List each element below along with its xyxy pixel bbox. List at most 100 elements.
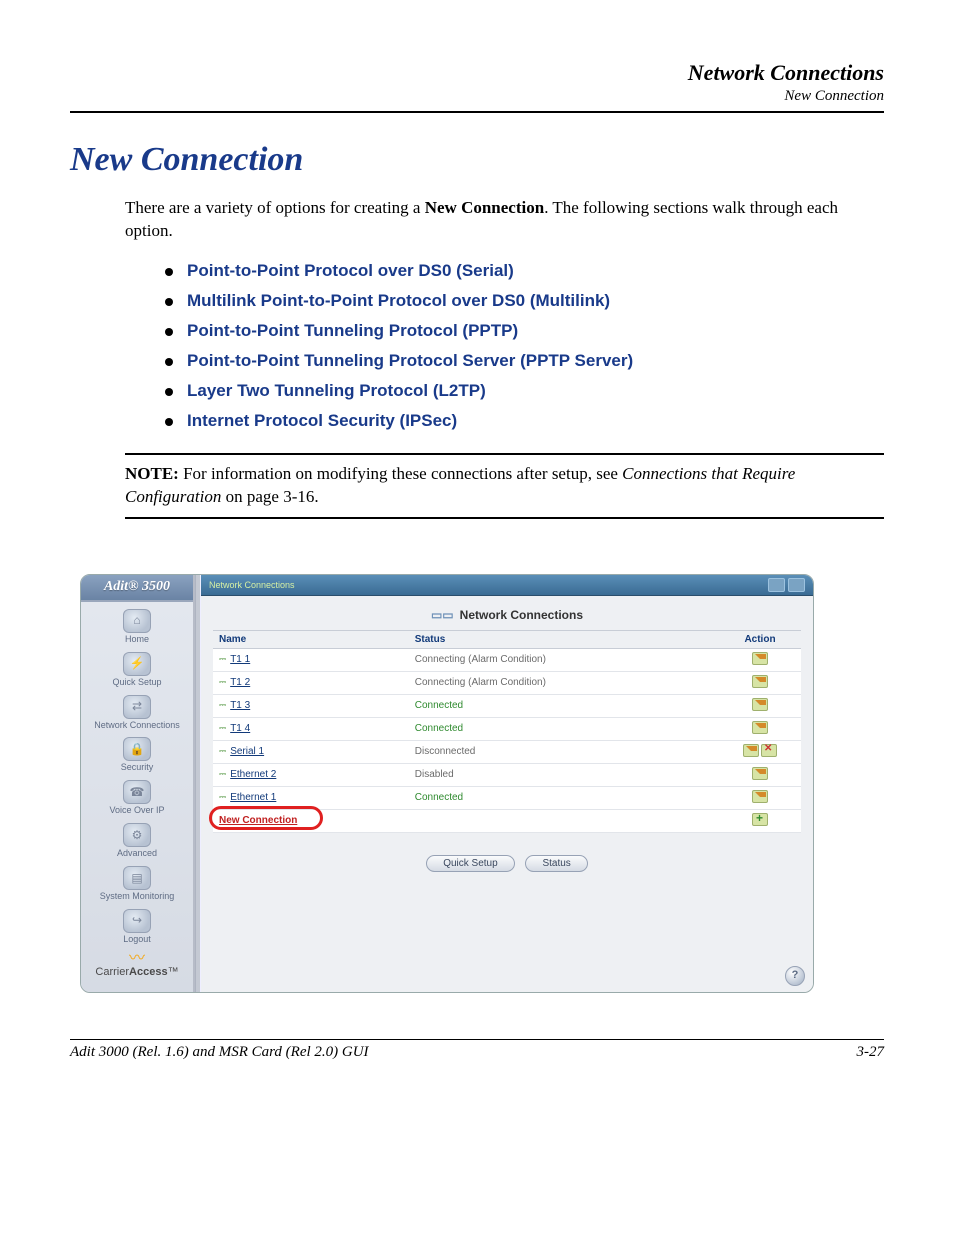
conn-status: Connecting (Alarm Condition) bbox=[409, 671, 719, 694]
plug-icon: ⎓ bbox=[219, 700, 226, 710]
option-link[interactable]: Multilink Point-to-Point Protocol over D… bbox=[165, 291, 884, 311]
sidebar-item-label: Logout bbox=[94, 935, 180, 945]
sidebar-icon: ⚡ bbox=[123, 652, 151, 676]
new-connection-link[interactable]: New Connection bbox=[219, 815, 297, 826]
sidebar-item-label: Network Connections bbox=[94, 721, 180, 731]
conn-actions bbox=[719, 717, 801, 740]
connection-link[interactable]: Ethernet 2 bbox=[230, 769, 276, 780]
sidebar-item[interactable]: 🔒 Security bbox=[94, 737, 180, 773]
conn-actions bbox=[719, 786, 801, 809]
running-header-title: Network Connections bbox=[70, 60, 884, 86]
sidebar-icon: 🔒 bbox=[123, 737, 151, 761]
new-connection-row: New Connection bbox=[213, 809, 801, 832]
edit-icon[interactable] bbox=[752, 721, 768, 734]
topbar: Network Connections bbox=[201, 575, 813, 596]
plug-icon: ⎓ bbox=[219, 723, 226, 733]
topbar-tool-icon[interactable] bbox=[768, 578, 785, 592]
sidebar-icon: ☎ bbox=[123, 780, 151, 804]
sidebar-item-label: Security bbox=[94, 763, 180, 773]
sidebar-item[interactable]: ⇄Network Connections bbox=[94, 695, 180, 731]
edit-icon[interactable] bbox=[743, 744, 759, 757]
table-row: ⎓ Ethernet 2 Disabled bbox=[213, 763, 801, 786]
running-header-subtitle: New Connection bbox=[70, 88, 884, 105]
sidebar-item[interactable]: ▤ System Monitoring bbox=[94, 866, 180, 902]
sidebar-item[interactable]: ⌂Home bbox=[94, 609, 180, 645]
option-link[interactable]: Point-to-Point Protocol over DS0 (Serial… bbox=[165, 261, 884, 281]
conn-name-cell: ⎓ T1 1 bbox=[213, 648, 409, 671]
delete-icon[interactable] bbox=[761, 744, 777, 757]
swoosh-icon: 〰 bbox=[95, 953, 178, 966]
panel-title: ▭▭Network Connections bbox=[201, 596, 813, 630]
conn-status: Disconnected bbox=[409, 740, 719, 763]
quick-setup-button[interactable]: Quick Setup bbox=[426, 855, 514, 872]
option-link[interactable]: Internet Protocol Security (IPSec) bbox=[165, 411, 884, 431]
footer-left: Adit 3000 (Rel. 1.6) and MSR Card (Rel 2… bbox=[70, 1044, 369, 1061]
conn-name-cell: ⎓ T1 4 bbox=[213, 717, 409, 740]
plug-icon: ⎓ bbox=[219, 746, 226, 756]
footer-rule bbox=[70, 1039, 884, 1040]
sidebar-item[interactable]: ⚙Advanced bbox=[94, 823, 180, 859]
plug-icon: ⎓ bbox=[219, 792, 226, 802]
table-row: ⎓ T1 1 Connecting (Alarm Condition) bbox=[213, 648, 801, 671]
conn-status: Connected bbox=[409, 694, 719, 717]
option-link[interactable]: Layer Two Tunneling Protocol (L2TP) bbox=[165, 381, 884, 401]
conn-name-cell: ⎓ T1 3 bbox=[213, 694, 409, 717]
conn-name-cell: ⎓ Ethernet 1 bbox=[213, 786, 409, 809]
edit-icon[interactable] bbox=[752, 652, 768, 665]
plug-icon: ⎓ bbox=[219, 769, 226, 779]
add-icon[interactable] bbox=[752, 813, 768, 826]
connection-link[interactable]: Ethernet 1 bbox=[230, 792, 276, 803]
col-name: Name bbox=[213, 630, 409, 648]
edit-icon[interactable] bbox=[752, 767, 768, 780]
conn-actions bbox=[719, 694, 801, 717]
sidebar-item[interactable]: ⚡Quick Setup bbox=[94, 652, 180, 688]
conn-status: Connecting (Alarm Condition) bbox=[409, 648, 719, 671]
connection-link[interactable]: T1 2 bbox=[230, 677, 250, 688]
conn-actions bbox=[719, 671, 801, 694]
table-row: ⎓T1 2Connecting (Alarm Condition) bbox=[213, 671, 801, 694]
sidebar-icon: ⌂ bbox=[123, 609, 151, 633]
sidebar-item[interactable]: ↪Logout bbox=[94, 909, 180, 945]
col-action: Action bbox=[719, 630, 801, 648]
topbar-tools bbox=[768, 578, 805, 592]
table-row: ⎓ T1 3 Connected bbox=[213, 694, 801, 717]
help-icon[interactable]: ? bbox=[785, 966, 805, 986]
breadcrumb: Network Connections bbox=[209, 580, 295, 590]
connection-link[interactable]: T1 1 bbox=[230, 654, 250, 665]
conn-status: Disabled bbox=[409, 763, 719, 786]
edit-icon[interactable] bbox=[752, 698, 768, 711]
topbar-tool-icon[interactable] bbox=[788, 578, 805, 592]
conn-actions bbox=[719, 648, 801, 671]
connection-link[interactable]: T1 3 bbox=[230, 700, 250, 711]
conn-name-cell: ⎓ Serial 1 bbox=[213, 740, 409, 763]
table-row: ⎓ Serial 1 Disconnected bbox=[213, 740, 801, 763]
sidebar: Adit® 3500 ⌂Home ⚡Quick Setup ⇄Network Con… bbox=[81, 575, 195, 992]
sidebar-icon: ⚙ bbox=[123, 823, 151, 847]
connections-table: Name Status Action ⎓ T1 1 Connecting (Alar… bbox=[213, 630, 801, 833]
edit-icon[interactable] bbox=[752, 790, 768, 803]
running-header: Network Connections New Connection bbox=[70, 60, 884, 105]
status-button[interactable]: Status bbox=[525, 855, 587, 872]
conn-actions bbox=[719, 740, 801, 763]
sidebar-item-label: System Monitoring bbox=[94, 892, 180, 902]
product-logo: Adit® 3500 bbox=[81, 575, 193, 602]
options-list: Point-to-Point Protocol over DS0 (Serial… bbox=[165, 261, 884, 431]
edit-icon[interactable] bbox=[752, 675, 768, 688]
button-row: Quick Setup Status bbox=[201, 833, 813, 972]
connection-link[interactable]: Serial 1 bbox=[230, 746, 264, 757]
network-icon: ▭▭ bbox=[431, 608, 454, 622]
connection-link[interactable]: T1 4 bbox=[230, 723, 250, 734]
plug-icon: ⎓ bbox=[219, 654, 226, 664]
header-rule bbox=[70, 111, 884, 113]
page-title: New Connection bbox=[70, 141, 884, 179]
note-block: NOTE: For information on modifying these… bbox=[125, 453, 884, 519]
conn-status: Connected bbox=[409, 717, 719, 740]
note-label: NOTE: bbox=[125, 464, 179, 483]
sidebar-icon: ▤ bbox=[123, 866, 151, 890]
intro-paragraph: There are a variety of options for creat… bbox=[125, 197, 884, 243]
option-link[interactable]: Point-to-Point Tunneling Protocol Server… bbox=[165, 351, 884, 371]
brand-logo: 〰 CarrierAccess™ bbox=[95, 945, 178, 986]
col-status: Status bbox=[409, 630, 719, 648]
option-link[interactable]: Point-to-Point Tunneling Protocol (PPTP) bbox=[165, 321, 884, 341]
sidebar-item[interactable]: ☎Voice Over IP bbox=[94, 780, 180, 816]
